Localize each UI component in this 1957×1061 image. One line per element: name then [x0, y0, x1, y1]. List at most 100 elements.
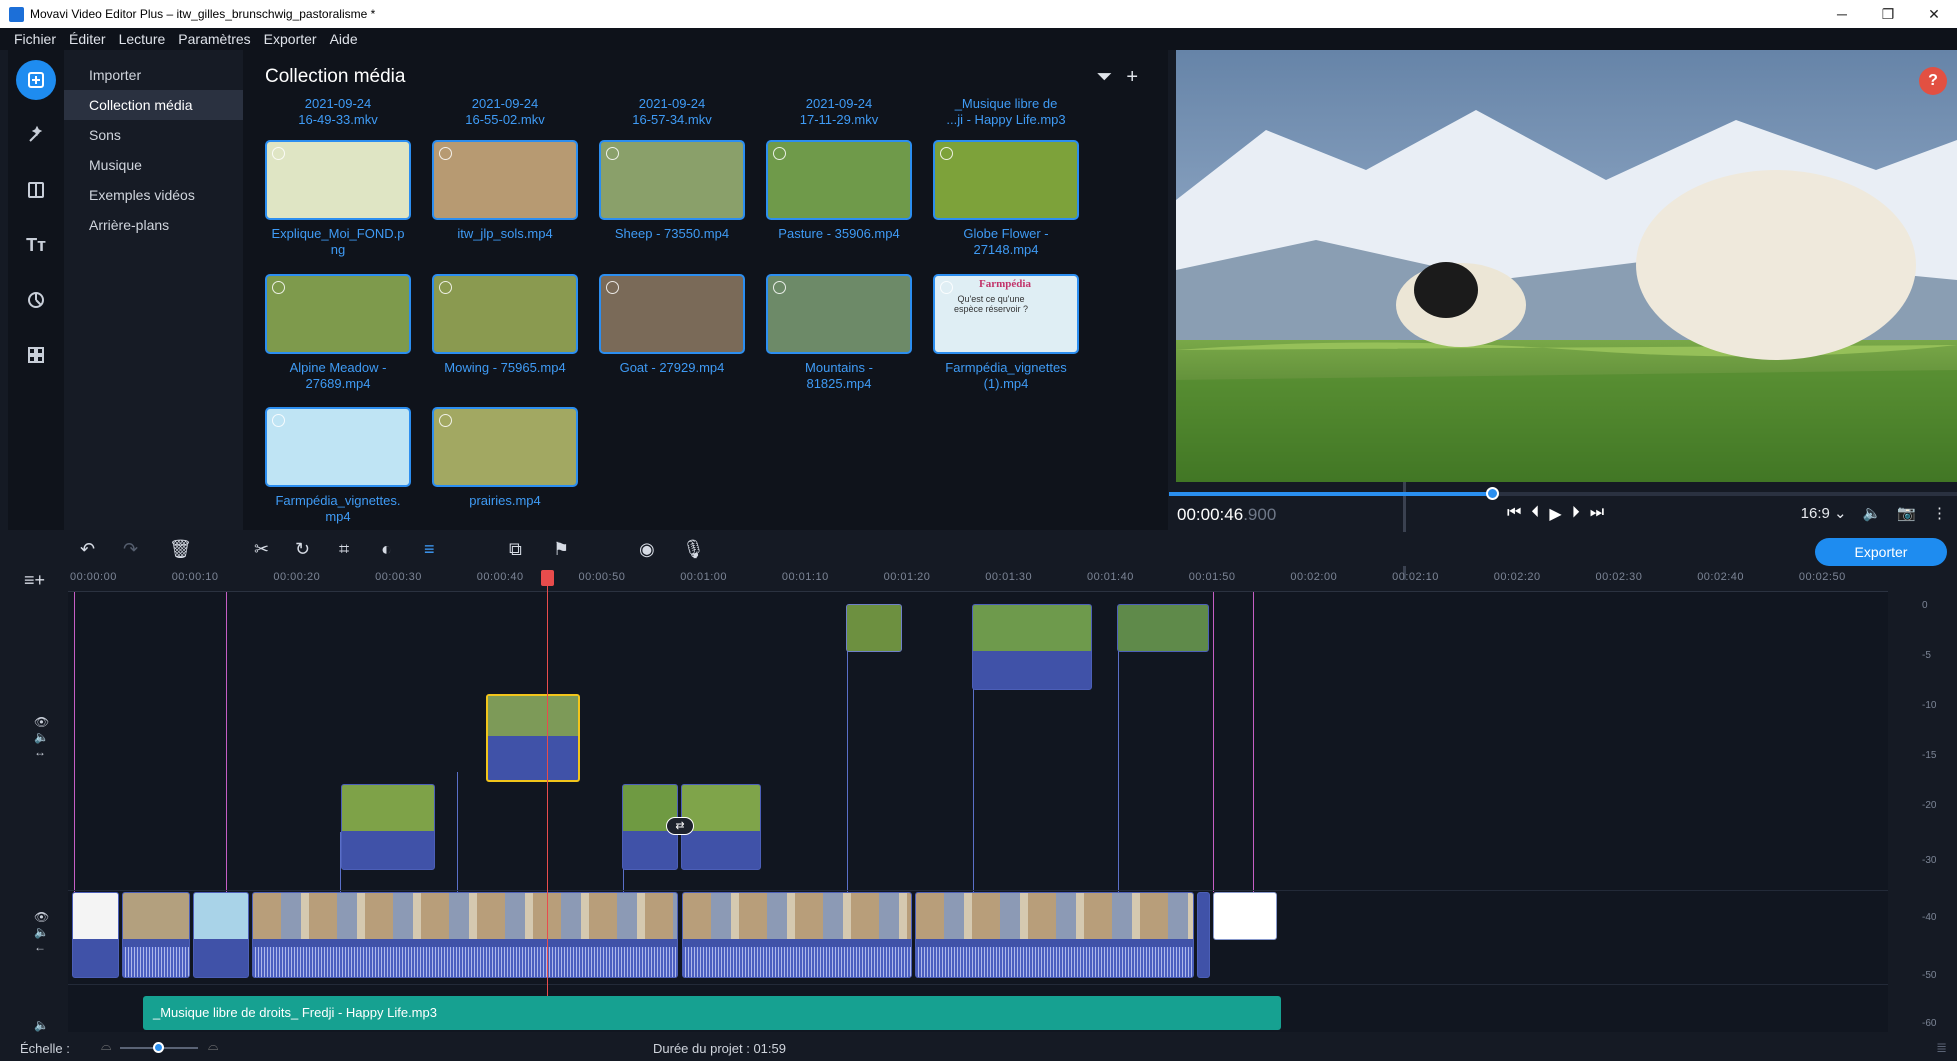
- menu-grid-icon[interactable]: ≣: [1936, 1040, 1947, 1056]
- menu-aide[interactable]: Aide: [330, 31, 358, 47]
- overlay-clip[interactable]: [341, 784, 435, 870]
- menu-exporter[interactable]: Exporter: [264, 31, 317, 47]
- selected-overlay-clip[interactable]: [486, 694, 580, 782]
- magic-wand-icon[interactable]: [16, 115, 56, 155]
- video-clip[interactable]: [1213, 892, 1277, 940]
- record-webcam-icon[interactable]: ◉: [639, 539, 655, 560]
- play-icon[interactable]: ▶: [1549, 504, 1561, 524]
- media-item-label: Explique_Moi_FOND.p ng: [271, 226, 405, 257]
- microphone-icon[interactable]: 🎙: [682, 539, 705, 560]
- titles-icon[interactable]: Tт: [16, 225, 56, 265]
- menu-parametres[interactable]: Paramètres: [178, 31, 250, 47]
- menu-editer[interactable]: Éditer: [69, 31, 106, 47]
- media-thumbnail[interactable]: [265, 274, 411, 354]
- zoom-in-icon[interactable]: ⌓: [208, 1038, 218, 1054]
- filter-icon[interactable]: ⏷: [1096, 66, 1112, 89]
- video-clip[interactable]: [72, 892, 119, 978]
- media-thumbnail[interactable]: Farmpédia Qu'est ce qu'une espèce réservo…: [933, 274, 1079, 354]
- playback-progress[interactable]: [1169, 487, 1957, 500]
- zoom-out-icon[interactable]: ⌓: [101, 1038, 111, 1054]
- timeline[interactable]: ⇄: [68, 570, 1888, 1032]
- video-clip[interactable]: [915, 892, 1194, 978]
- close-button[interactable]: ✕: [1911, 0, 1957, 28]
- undo-icon[interactable]: ↶: [80, 539, 95, 560]
- category-importer[interactable]: Importer: [64, 60, 243, 90]
- restore-button[interactable]: ❐: [1865, 0, 1911, 28]
- marker-icon[interactable]: ⚑: [553, 539, 569, 560]
- skip-start-icon[interactable]: ⏮: [1507, 504, 1521, 524]
- more-options-icon[interactable]: ⋮: [1932, 504, 1947, 522]
- next-frame-icon[interactable]: ⏵: [1572, 504, 1580, 524]
- rotate-icon[interactable]: ↻: [295, 539, 310, 560]
- snapshot-icon[interactable]: 📷: [1897, 504, 1916, 522]
- meter-tick-label: -60: [1922, 1018, 1937, 1029]
- time-ruler[interactable]: 00:00:00 00:00:10 00:00:20 00:00:30 00:00:40…: [68, 568, 1888, 592]
- ruler-tick-label: 00:00:30: [375, 571, 422, 583]
- add-icon[interactable]: +: [1126, 66, 1138, 89]
- speaker-icon[interactable]: 🔈: [34, 730, 49, 745]
- media-thumbnail[interactable]: [432, 140, 578, 220]
- volume-icon[interactable]: 🔈: [1863, 504, 1882, 522]
- category-arriere-plans[interactable]: Arrière-plans: [64, 210, 243, 240]
- aspect-ratio-select[interactable]: 16:9 ⌄: [1801, 504, 1847, 522]
- progress-handle[interactable]: [1486, 487, 1500, 500]
- scale-slider[interactable]: [120, 1042, 198, 1053]
- crop-icon[interactable]: ⌗: [339, 539, 349, 560]
- eye-icon[interactable]: 👁: [34, 715, 49, 730]
- cut-icon[interactable]: ✂: [254, 539, 269, 560]
- insert-frame-icon[interactable]: ⧉: [509, 539, 522, 560]
- clip-properties-icon[interactable]: ≡: [424, 539, 435, 560]
- audio-track-speaker-icon[interactable]: 🔈: [34, 1018, 49, 1032]
- category-sons[interactable]: Sons: [64, 120, 243, 150]
- prev-frame-icon[interactable]: ⏴: [1531, 504, 1539, 524]
- video-clip[interactable]: [1197, 892, 1210, 978]
- skip-end-icon[interactable]: ⏭: [1590, 504, 1604, 524]
- play-icon: [606, 147, 619, 160]
- link-icon[interactable]: ↔: [34, 745, 49, 760]
- export-button[interactable]: Exporter: [1815, 538, 1947, 566]
- media-thumbnail[interactable]: [766, 140, 912, 220]
- redo-icon[interactable]: ↷: [123, 539, 138, 560]
- add-track-icon[interactable]: ≡+: [24, 570, 45, 591]
- media-thumbnail[interactable]: [599, 274, 745, 354]
- menu-lecture[interactable]: Lecture: [119, 31, 166, 47]
- video-clip[interactable]: [193, 892, 249, 978]
- help-button[interactable]: ?: [1919, 67, 1947, 95]
- media-thumbnail[interactable]: [265, 407, 411, 487]
- audio-clip[interactable]: _Musique libre de droits_ Fredji - Happy…: [143, 996, 1281, 1030]
- menu-fichier[interactable]: Fichier: [14, 31, 56, 47]
- color-adjust-icon[interactable]: ◐: [381, 539, 392, 560]
- media-thumbnail[interactable]: [933, 140, 1079, 220]
- stickers-icon[interactable]: [16, 280, 56, 320]
- category-panel: Importer Collection média Sons Musique E…: [64, 50, 243, 530]
- category-exemples-videos[interactable]: Exemples vidéos: [64, 180, 243, 210]
- category-musique[interactable]: Musique: [64, 150, 243, 180]
- media-thumbnail[interactable]: [265, 140, 411, 220]
- ruler-tick-label: 00:01:50: [1188, 571, 1236, 583]
- video-clip[interactable]: [122, 892, 190, 978]
- link-icon[interactable]: ←: [34, 940, 49, 955]
- playhead[interactable]: [541, 570, 554, 1030]
- media-thumbnail[interactable]: [432, 407, 578, 487]
- more-tools-icon[interactable]: [16, 335, 56, 375]
- scale-slider-handle[interactable]: [153, 1042, 164, 1053]
- ruler-tick-label: 00:00:00: [70, 571, 117, 583]
- video-clip[interactable]: [682, 892, 912, 978]
- delete-icon[interactable]: 🗑: [169, 539, 192, 560]
- transitions-icon[interactable]: [16, 170, 56, 210]
- import-icon[interactable]: [16, 60, 56, 100]
- overlay-clip[interactable]: [1117, 604, 1209, 652]
- overlay-clip[interactable]: [972, 604, 1092, 690]
- media-thumbnail[interactable]: [766, 274, 912, 354]
- media-thumbnail[interactable]: [599, 140, 745, 220]
- minimize-button[interactable]: ─: [1819, 0, 1865, 28]
- meter-tick-label: -10: [1922, 700, 1937, 711]
- speaker-icon[interactable]: 🔈: [34, 925, 49, 940]
- media-thumbnail[interactable]: [432, 274, 578, 354]
- category-collection-media[interactable]: Collection média: [64, 90, 243, 120]
- preview-image: [1176, 50, 1957, 482]
- overlay-clip[interactable]: [846, 604, 902, 652]
- video-clip[interactable]: [252, 892, 678, 978]
- transition-icon[interactable]: ⇄: [666, 817, 694, 835]
- eye-icon[interactable]: 👁: [34, 910, 49, 925]
